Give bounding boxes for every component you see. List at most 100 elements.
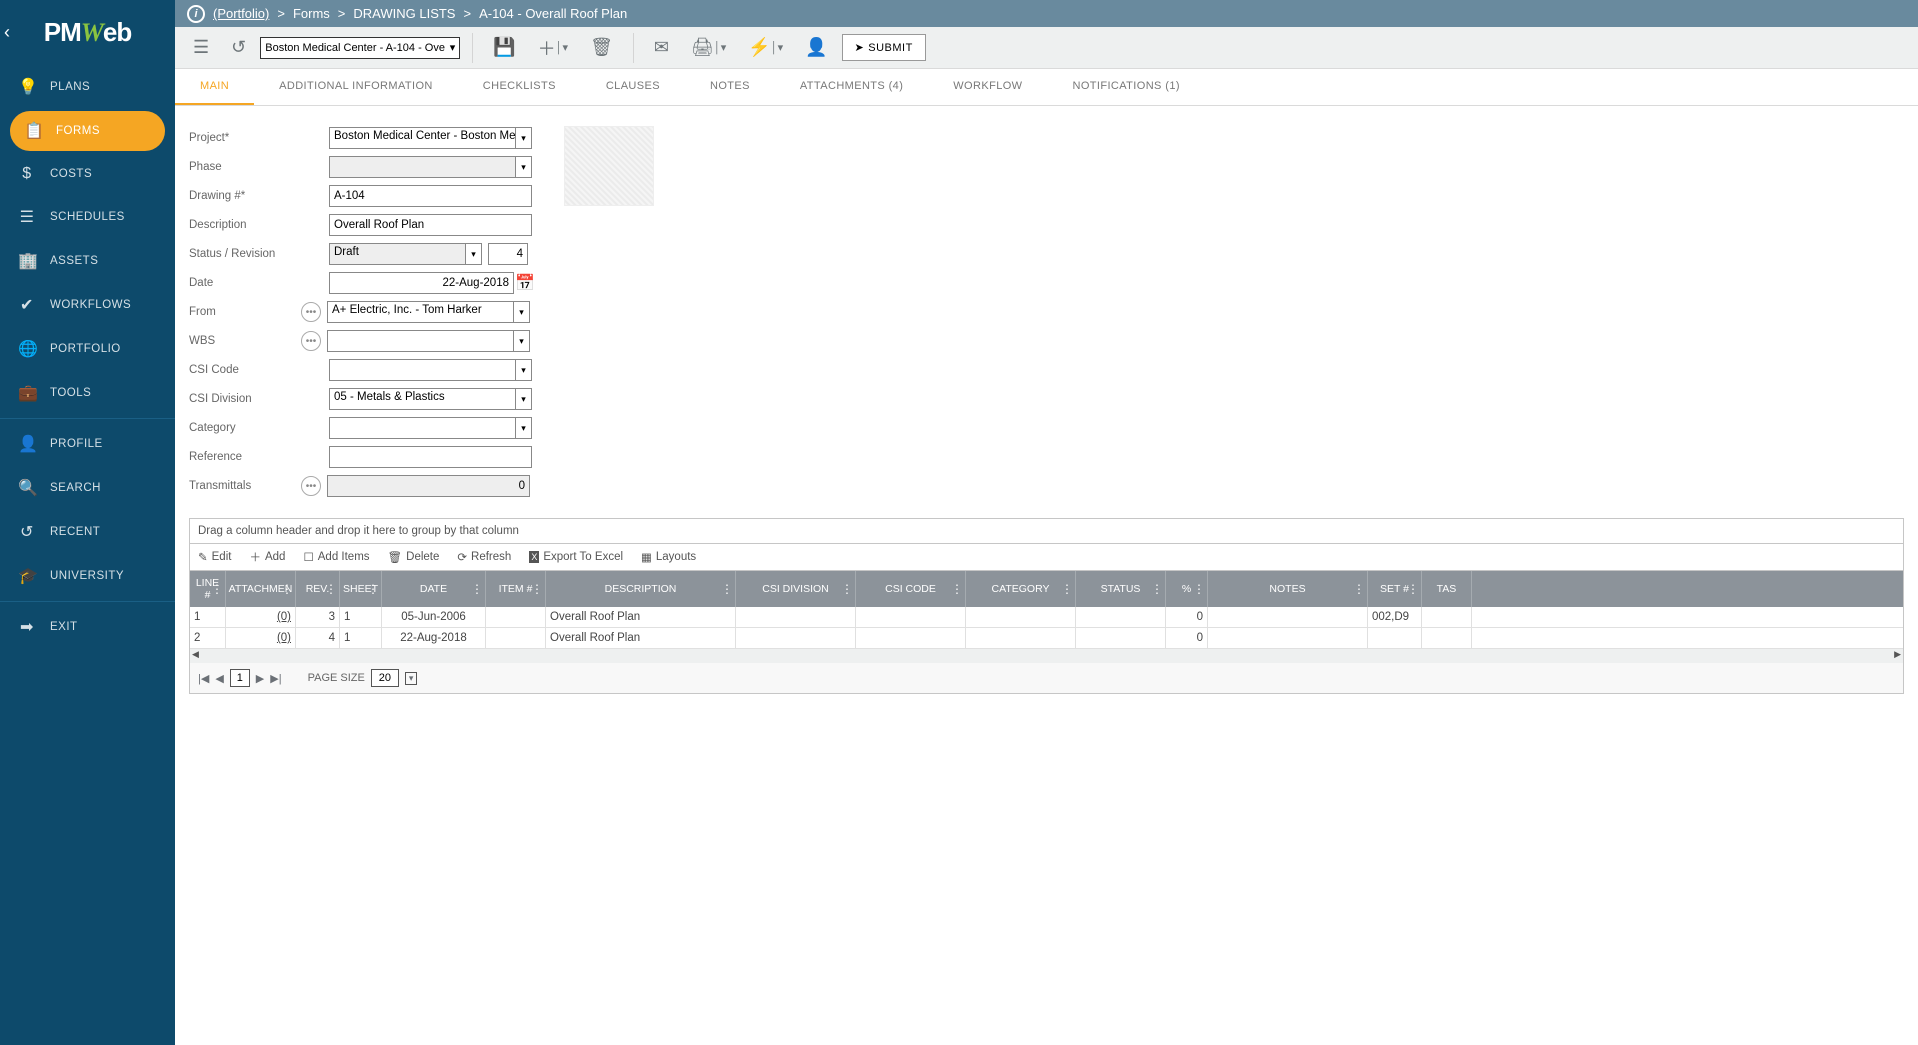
sidebar-item-university[interactable]: 🎓UNIVERSITY <box>0 554 175 598</box>
next-page-icon[interactable]: ▶ <box>256 672 264 685</box>
add-items-button[interactable]: ☐Add Items <box>303 549 369 565</box>
csi-division-field[interactable]: 05 - Metals & Plastics▾ <box>329 388 532 410</box>
page-size-dd[interactable]: ▾ <box>405 672 418 685</box>
layouts-button[interactable]: ▦Layouts <box>641 549 696 565</box>
chevron-down-icon[interactable]: ▾ <box>516 156 532 178</box>
bolt-icon[interactable]: ⚡│▾ <box>740 32 791 63</box>
status-field[interactable]: Draft▾ <box>329 243 482 265</box>
col-description[interactable]: DESCRIPTION⋮ <box>546 571 736 607</box>
col-line[interactable]: LINE #⋮ <box>190 571 226 607</box>
wbs-field[interactable]: ▾ <box>327 330 530 352</box>
collapse-sidebar-icon[interactable]: ‹ <box>4 22 10 43</box>
first-page-icon[interactable]: |◀ <box>198 672 209 685</box>
history-icon[interactable]: ↺ <box>223 32 254 63</box>
sidebar-item-assets[interactable]: 🏢ASSETS <box>0 239 175 283</box>
sidebar-item-plans[interactable]: 💡PLANS <box>0 65 175 109</box>
chevron-down-icon[interactable]: ▾ <box>516 388 532 410</box>
sidebar-item-forms[interactable]: 📋FORMS <box>10 111 165 151</box>
add-button[interactable]: ＋Add <box>249 549 285 565</box>
from-field[interactable]: A+ Electric, Inc. - Tom Harker▾ <box>327 301 530 323</box>
edit-button[interactable]: ✎Edit <box>198 549 231 565</box>
col-status[interactable]: STATUS⋮ <box>1076 571 1166 607</box>
sidebar-item-search[interactable]: 🔍SEARCH <box>0 466 175 510</box>
last-page-icon[interactable]: ▶| <box>270 672 281 685</box>
tab-workflow[interactable]: WORKFLOW <box>928 69 1047 105</box>
sidebar-item-label: COSTS <box>50 168 92 180</box>
sidebar-item-exit[interactable]: ➡EXIT <box>0 605 175 649</box>
project-field[interactable]: Boston Medical Center - Boston Med▾ <box>329 127 532 149</box>
print-icon[interactable]: 🖨│▾ <box>683 32 734 63</box>
submit-button[interactable]: ➤SUBMIT <box>842 34 926 61</box>
list-icon[interactable]: ☰ <box>185 32 217 63</box>
chevron-down-icon[interactable]: ▾ <box>516 359 532 381</box>
prev-page-icon[interactable]: ◀ <box>215 672 223 685</box>
col-set[interactable]: SET #⋮ <box>1368 571 1422 607</box>
delete-icon[interactable]: 🗑 <box>582 32 621 63</box>
col-task[interactable]: TAS <box>1422 571 1472 607</box>
chevron-down-icon[interactable]: ▾ <box>516 127 532 149</box>
transmittals-field <box>327 475 530 497</box>
breadcrumb-current: A-104 - Overall Roof Plan <box>479 6 627 21</box>
add-icon[interactable]: ＋│▾ <box>530 30 576 66</box>
page-number[interactable] <box>230 669 250 687</box>
sidebar-item-schedules[interactable]: ☰SCHEDULES <box>0 195 175 239</box>
sidebar-item-portfolio[interactable]: 🌐PORTFOLIO <box>0 327 175 371</box>
tab-attachments[interactable]: ATTACHMENTS (4) <box>775 69 928 105</box>
chevron-down-icon[interactable]: ▾ <box>514 330 530 352</box>
info-icon[interactable]: i <box>187 5 205 23</box>
tab-main[interactable]: MAIN <box>175 69 254 105</box>
sidebar-item-label: UNIVERSITY <box>50 570 124 582</box>
calendar-icon[interactable]: 📅 <box>516 273 534 293</box>
save-icon[interactable]: 💾 <box>485 32 523 63</box>
sidebar-item-costs[interactable]: $COSTS <box>0 153 175 195</box>
chevron-down-icon[interactable]: ▾ <box>466 243 482 265</box>
mail-icon[interactable]: ✉ <box>646 32 677 63</box>
transmittals-picker-icon[interactable]: ••• <box>301 476 321 496</box>
col-csi-code[interactable]: CSI CODE⋮ <box>856 571 966 607</box>
sidebar-item-recent[interactable]: ↺RECENT <box>0 510 175 554</box>
col-notes[interactable]: NOTES⋮ <box>1208 571 1368 607</box>
breadcrumb-portfolio[interactable]: (Portfolio) <box>213 6 269 21</box>
tab-notifications[interactable]: NOTIFICATIONS (1) <box>1047 69 1204 105</box>
sidebar-item-tools[interactable]: 💼TOOLS <box>0 371 175 415</box>
tab-clauses[interactable]: CLAUSES <box>581 69 685 105</box>
sidebar-item-label: TOOLS <box>50 387 91 399</box>
horizontal-scrollbar[interactable]: ◀▶ <box>190 649 1903 663</box>
csi-code-field[interactable]: ▾ <box>329 359 532 381</box>
col-item[interactable]: ITEM #⋮ <box>486 571 546 607</box>
col-attachments[interactable]: ATTACHMEN⋮ <box>226 571 296 607</box>
description-field[interactable] <box>329 214 532 236</box>
export-button[interactable]: XExport To Excel <box>529 549 623 565</box>
user-icon[interactable]: 👤 <box>797 32 835 63</box>
col-date[interactable]: DATE⋮ <box>382 571 486 607</box>
category-field[interactable]: ▾ <box>329 417 532 439</box>
refresh-button[interactable]: ⟳Refresh <box>457 549 511 565</box>
project-selector[interactable]: Boston Medical Center - A-104 - Ove ▾ <box>260 37 460 59</box>
tab-additional-info[interactable]: ADDITIONAL INFORMATION <box>254 69 458 105</box>
delete-button[interactable]: 🗑Delete <box>388 549 440 565</box>
reference-field[interactable] <box>329 446 532 468</box>
drawing-preview[interactable] <box>564 126 654 206</box>
col-category[interactable]: CATEGORY⋮ <box>966 571 1076 607</box>
sidebar-item-label: SCHEDULES <box>50 211 125 223</box>
chevron-down-icon[interactable]: ▾ <box>514 301 530 323</box>
from-picker-icon[interactable]: ••• <box>301 302 321 322</box>
col-sheet[interactable]: SHEET⋮ <box>340 571 382 607</box>
table-row[interactable]: 2(0)4122-Aug-2018Overall Roof Plan0 <box>190 628 1903 649</box>
table-row[interactable]: 1(0)3105-Jun-2006Overall Roof Plan0002,D… <box>190 607 1903 628</box>
phase-field[interactable]: ▾ <box>329 156 532 178</box>
group-hint[interactable]: Drag a column header and drop it here to… <box>190 519 1903 544</box>
col-rev[interactable]: REV.⋮ <box>296 571 340 607</box>
tab-checklists[interactable]: CHECKLISTS <box>458 69 581 105</box>
tab-notes[interactable]: NOTES <box>685 69 775 105</box>
revision-field[interactable] <box>488 243 528 265</box>
date-field[interactable] <box>329 272 514 294</box>
col-percent[interactable]: %⋮ <box>1166 571 1208 607</box>
col-csi-division[interactable]: CSI DIVISION⋮ <box>736 571 856 607</box>
page-size[interactable] <box>371 669 399 687</box>
chevron-down-icon[interactable]: ▾ <box>516 417 532 439</box>
drawing-number-field[interactable] <box>329 185 532 207</box>
sidebar-item-profile[interactable]: 👤PROFILE <box>0 422 175 466</box>
wbs-picker-icon[interactable]: ••• <box>301 331 321 351</box>
sidebar-item-workflows[interactable]: ✔WORKFLOWS <box>0 283 175 327</box>
